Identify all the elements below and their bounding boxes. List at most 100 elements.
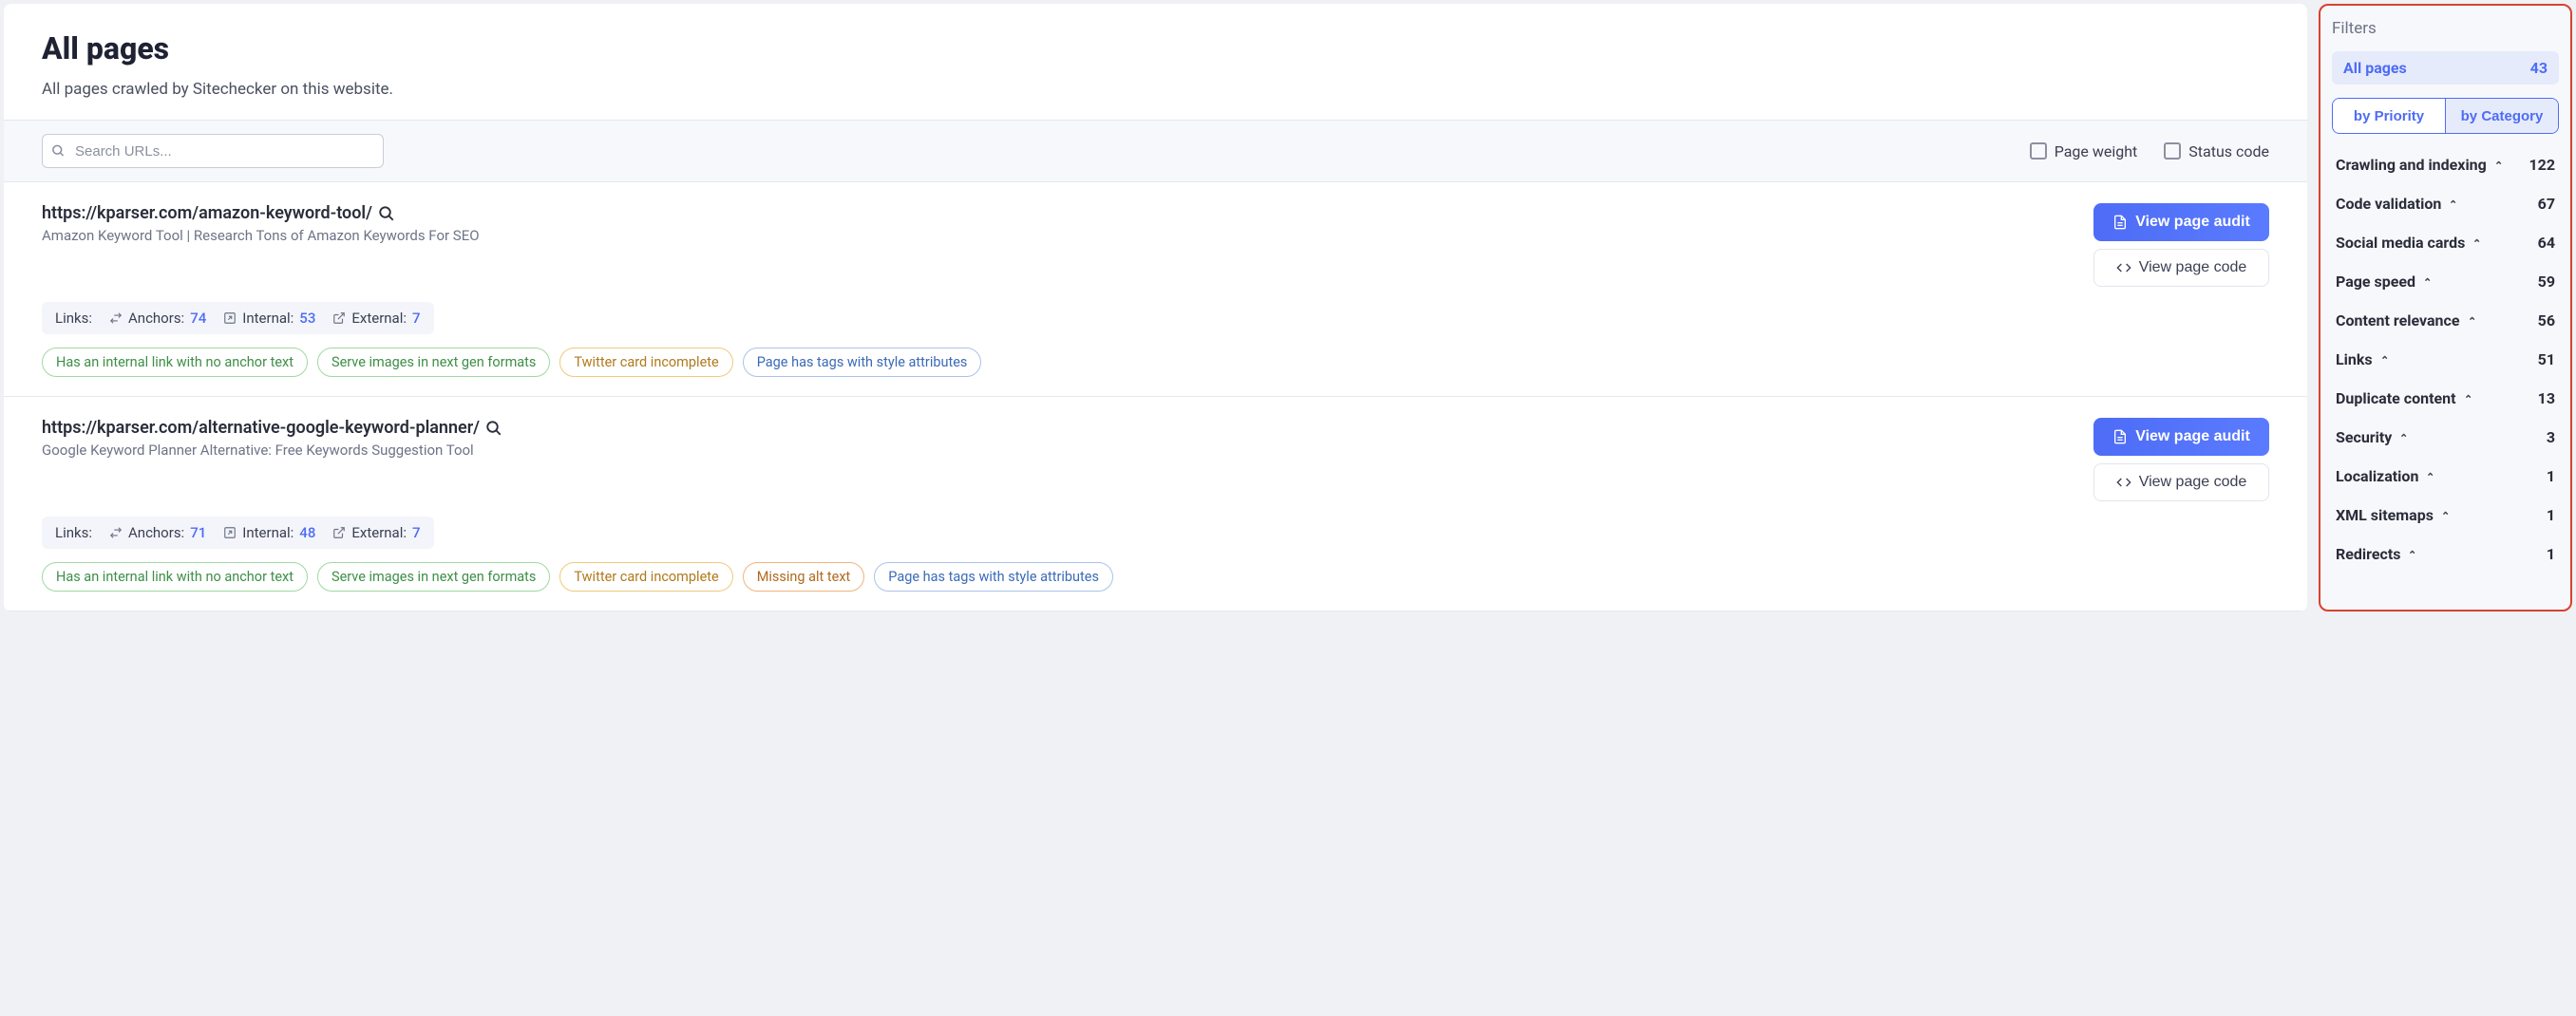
- toolbar: Page weight Status code: [4, 120, 2307, 182]
- issue-tag[interactable]: Page has tags with style attributes: [874, 562, 1113, 592]
- page-url-line: https://kparser.com/alternative-google-k…: [42, 418, 502, 438]
- issue-tag[interactable]: Has an internal link with no anchor text: [42, 348, 308, 377]
- document-icon: [2112, 215, 2128, 230]
- view-page-audit-button[interactable]: View page audit: [2093, 203, 2269, 241]
- by-category-button[interactable]: by Category: [2445, 99, 2558, 133]
- external-icon: [332, 311, 346, 325]
- anchors-icon: [109, 526, 123, 539]
- category-item[interactable]: Duplicate content⌄ 13: [2332, 381, 2559, 416]
- category-left: Content relevance⌄: [2336, 311, 2476, 329]
- links-bar: Links:Anchors: 74Internal: 53External: 7: [42, 302, 434, 334]
- anchors-metric[interactable]: Anchors: 74: [109, 310, 206, 327]
- metric-value: 7: [412, 310, 421, 327]
- page-url[interactable]: https://kparser.com/alternative-google-k…: [42, 418, 480, 438]
- chevron-up-icon: ⌄: [2399, 431, 2408, 443]
- internal-icon: [223, 526, 237, 539]
- filters-title: Filters: [2332, 19, 2559, 38]
- category-item[interactable]: Page speed⌄59: [2332, 264, 2559, 299]
- category-item[interactable]: Localization⌄1: [2332, 459, 2559, 494]
- checkbox-label: Page weight: [2055, 142, 2138, 160]
- category-item[interactable]: Redirects⌄ 1: [2332, 536, 2559, 572]
- issue-tag[interactable]: Twitter card incomplete: [559, 562, 732, 592]
- category-item[interactable]: Links⌄51: [2332, 342, 2559, 377]
- issue-tag[interactable]: Page has tags with style attributes: [743, 348, 982, 377]
- issue-tag[interactable]: Missing alt text: [743, 562, 865, 592]
- button-label: View page code: [2139, 259, 2247, 276]
- page-item: https://kparser.com/alternative-google-k…: [4, 397, 2307, 611]
- page-weight-checkbox[interactable]: Page weight: [2030, 142, 2138, 160]
- category-count: 1: [2547, 545, 2555, 563]
- category-left: XML sitemaps ⌄: [2336, 506, 2450, 524]
- category-label: Code validation: [2336, 195, 2441, 213]
- category-count: 67: [2538, 195, 2555, 213]
- page-title: All pages: [42, 30, 2269, 66]
- chevron-up-icon: ⌄: [2423, 275, 2432, 288]
- category-list: Crawling and indexing⌄122 Code validation…: [2332, 147, 2559, 572]
- category-label: Social media cards: [2336, 234, 2465, 252]
- status-code-checkbox[interactable]: Status code: [2164, 142, 2269, 160]
- chevron-up-icon: ⌄: [2472, 236, 2481, 249]
- category-count: 51: [2538, 350, 2555, 368]
- category-item[interactable]: Security ⌄ 3: [2332, 420, 2559, 455]
- category-label: Page speed: [2336, 273, 2415, 291]
- main-header: All pages All pages crawled by Sitecheck…: [4, 4, 2307, 120]
- category-label: Duplicate content: [2336, 389, 2456, 407]
- category-item[interactable]: Content relevance⌄ 56: [2332, 303, 2559, 338]
- category-label: Crawling and indexing: [2336, 156, 2487, 174]
- checkbox-icon: [2164, 142, 2181, 160]
- button-label: View page code: [2139, 474, 2247, 491]
- issue-tag[interactable]: Has an internal link with no anchor text: [42, 562, 308, 592]
- view-page-audit-button[interactable]: View page audit: [2093, 418, 2269, 456]
- chevron-up-icon: ⌄: [2441, 509, 2450, 521]
- anchors-metric[interactable]: Anchors: 71: [109, 524, 206, 541]
- pages-list: https://kparser.com/amazon-keyword-tool/…: [4, 182, 2307, 611]
- category-item[interactable]: Crawling and indexing⌄122: [2332, 147, 2559, 182]
- category-count: 1: [2547, 467, 2555, 485]
- metric-label: Internal:: [242, 310, 294, 327]
- category-label: Security: [2336, 428, 2392, 446]
- internal-metric[interactable]: Internal: 53: [223, 310, 315, 327]
- view-page-code-button[interactable]: View page code: [2093, 249, 2269, 287]
- anchors-icon: [109, 311, 123, 325]
- page-item: https://kparser.com/amazon-keyword-tool/…: [4, 182, 2307, 397]
- category-left: Redirects⌄: [2336, 545, 2417, 563]
- category-item[interactable]: Social media cards⌄64: [2332, 225, 2559, 260]
- chevron-up-icon: ⌄: [2408, 548, 2416, 560]
- button-label: View page audit: [2135, 428, 2250, 445]
- metric-label: Anchors:: [128, 310, 184, 327]
- metric-value: 74: [190, 310, 206, 327]
- page-header-row: https://kparser.com/alternative-google-k…: [42, 418, 2269, 501]
- page-info: https://kparser.com/alternative-google-k…: [42, 418, 502, 459]
- internal-icon: [223, 311, 237, 325]
- category-item[interactable]: XML sitemaps⌄1: [2332, 498, 2559, 533]
- issue-tag[interactable]: Twitter card incomplete: [559, 348, 732, 377]
- filter-all-pages[interactable]: All pages 43: [2332, 51, 2559, 85]
- issue-tag[interactable]: Serve images in next gen formats: [317, 348, 550, 377]
- search-input[interactable]: [42, 134, 384, 168]
- category-count: 3: [2547, 428, 2555, 446]
- by-priority-button[interactable]: by Priority: [2333, 99, 2445, 133]
- category-label: XML sitemaps: [2336, 506, 2434, 524]
- metric-label: External:: [351, 310, 407, 327]
- issue-tag[interactable]: Serve images in next gen formats: [317, 562, 550, 592]
- page-url[interactable]: https://kparser.com/amazon-keyword-tool/: [42, 203, 372, 223]
- category-item[interactable]: Code validation⌄67: [2332, 186, 2559, 221]
- external-metric[interactable]: External: 7: [332, 310, 420, 327]
- search-icon[interactable]: [485, 420, 502, 437]
- internal-metric[interactable]: Internal: 48: [223, 524, 315, 541]
- search-icon[interactable]: [378, 205, 395, 222]
- category-count: 13: [2538, 389, 2555, 407]
- code-icon: [2116, 260, 2131, 275]
- search-wrap: [42, 134, 384, 168]
- metric-value: 48: [299, 524, 315, 541]
- page-url-line: https://kparser.com/amazon-keyword-tool/: [42, 203, 480, 223]
- view-page-code-button[interactable]: View page code: [2093, 463, 2269, 501]
- external-metric[interactable]: External: 7: [332, 524, 420, 541]
- category-count: 56: [2538, 311, 2555, 329]
- page-actions: View page audit View page code: [2093, 203, 2269, 287]
- links-prefix: Links:: [55, 524, 92, 541]
- metric-value: 7: [412, 524, 421, 541]
- category-left: Duplicate content⌄: [2336, 389, 2472, 407]
- page-subtitle: All pages crawled by Sitechecker on this…: [42, 80, 2269, 99]
- category-label: Links: [2336, 350, 2373, 368]
